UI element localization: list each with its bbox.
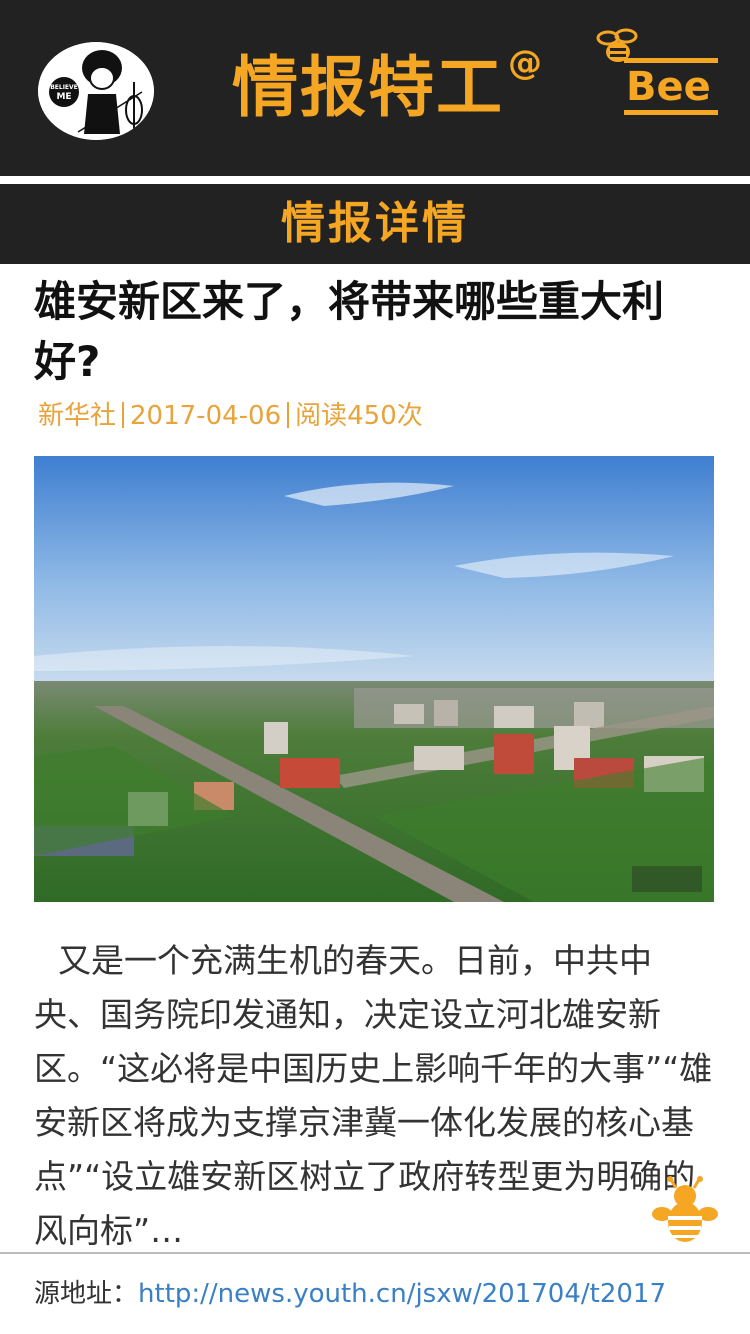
svg-text:BELIEVE: BELIEVE <box>50 84 78 91</box>
subheader: 情报详情 <box>0 184 750 264</box>
app-title-text: 情报特工 <box>232 49 504 126</box>
brand-logo-line-bottom <box>624 110 718 115</box>
source-label: 源地址： <box>34 1279 139 1309</box>
article-date: 2017-04-06 <box>130 401 282 431</box>
avatar-illustration: BELIEVE ME <box>38 42 154 140</box>
article-image[interactable] <box>34 456 714 902</box>
page-title: 情报详情 <box>281 198 469 249</box>
meta-separator <box>122 402 125 428</box>
brand-logo-line-top <box>624 58 718 63</box>
footer-divider <box>0 1252 750 1254</box>
bee-icon <box>652 1176 718 1242</box>
app-title: 情报特工 @ <box>232 43 544 139</box>
app-header: BELIEVE ME 情报特工 @ Bee <box>0 0 750 176</box>
article-read-count: 阅读450次 <box>295 401 423 431</box>
meta-separator <box>287 402 290 428</box>
brand-logo-text: Bee <box>626 64 711 110</box>
svg-text:ME: ME <box>56 92 71 102</box>
source-address: 源地址：http://news.youth.cn/jsxw/201704/t20… <box>34 1274 666 1314</box>
header-divider <box>0 176 750 184</box>
article-body: 又是一个充满生机的春天。日前，中共中央、国务院印发通知，决定设立河北雄安新区。“… <box>34 941 713 1250</box>
article-source: 新华社 <box>38 401 117 431</box>
brand-logo[interactable]: Bee <box>596 28 720 120</box>
avatar[interactable]: BELIEVE ME <box>38 42 154 140</box>
article-meta: 新华社 2017-04-06 阅读450次 <box>38 396 423 436</box>
floating-bee-button[interactable] <box>652 1176 718 1246</box>
article-title: 雄安新区来了，将带来哪些重大利好? <box>34 277 665 386</box>
app-title-at: @ <box>508 43 544 83</box>
aerial-city-photo <box>34 456 714 902</box>
source-link[interactable]: http://news.youth.cn/jsxw/201704/t2017 <box>138 1279 666 1309</box>
